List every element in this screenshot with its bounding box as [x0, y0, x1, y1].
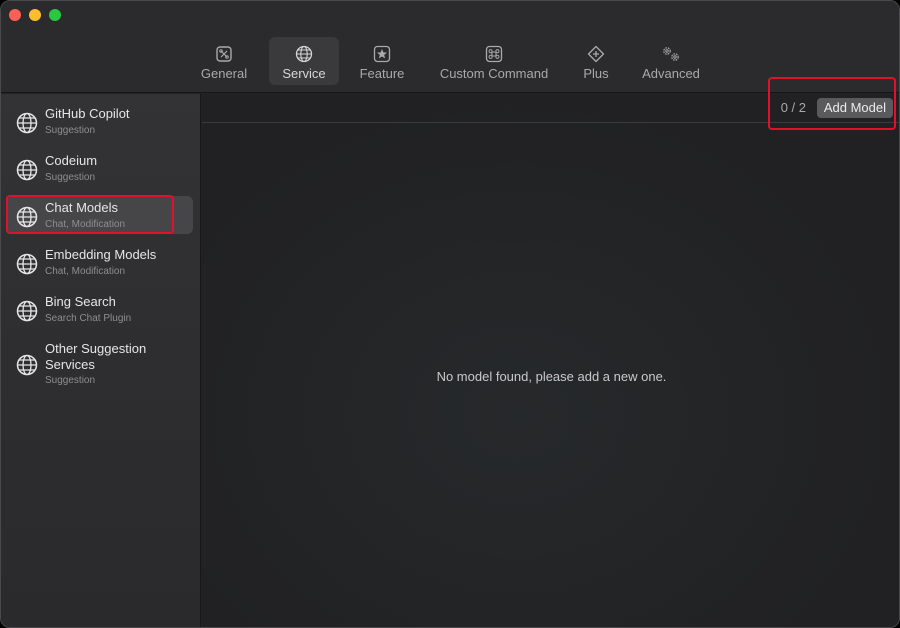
empty-state-message: No model found, please add a new one. — [436, 369, 667, 384]
tab-plus[interactable]: Plus — [575, 37, 617, 85]
sidebar-item-bing-search[interactable]: Bing Search Search Chat Plugin — [7, 290, 193, 328]
sidebar-item-title: Other Suggestion — [45, 341, 147, 356]
sidebar-item-title: Bing Search — [45, 294, 116, 309]
tab-advanced[interactable]: Advanced — [635, 37, 707, 85]
tab-label: Service — [282, 66, 326, 81]
sidebar-item-chat-models[interactable]: Chat Models Chat, Modification — [7, 196, 193, 234]
sidebar-item-subtitle: Suggestion — [45, 125, 96, 136]
sidebar-item-title-line2: Services — [45, 357, 95, 372]
globe-icon — [16, 300, 38, 322]
globe-icon — [16, 112, 38, 134]
sidebar-item-title: Embedding Models — [45, 247, 157, 262]
general-icon — [215, 45, 233, 63]
tab-feature[interactable]: Feature — [351, 37, 413, 85]
plus-diamond-icon — [587, 45, 605, 63]
tab-label: Custom Command — [439, 66, 549, 81]
sidebar-item-subtitle: Suggestion — [45, 172, 96, 183]
tab-label: Feature — [359, 66, 405, 81]
globe-icon — [295, 45, 313, 63]
sidebar-item-github-copilot[interactable]: GitHub Copilot Suggestion — [7, 102, 193, 140]
sidebar-item-other-suggestion-services[interactable]: Other Suggestion Services Suggestion — [7, 337, 193, 391]
globe-icon — [16, 159, 38, 181]
sidebar-item-embedding-models[interactable]: Embedding Models Chat, Modification — [7, 243, 193, 281]
globe-icon — [16, 206, 38, 228]
service-sidebar: GitHub Copilot Suggestion Codeium Sugges… — [1, 94, 201, 627]
chat-models-panel: 0 / 2 Add Model No model found, please a… — [202, 94, 899, 627]
sidebar-item-subtitle: Suggestion — [45, 375, 96, 386]
window-controls — [9, 9, 61, 21]
sidebar-item-subtitle: Search Chat Plugin — [45, 313, 132, 324]
model-count: 0 / 2 — [780, 100, 806, 115]
sidebar-item-subtitle: Chat, Modification — [45, 219, 126, 230]
sidebar-item-title: Chat Models — [45, 200, 118, 215]
add-model-button[interactable]: Add Model — [816, 98, 893, 118]
sidebar-item-subtitle: Chat, Modification — [45, 266, 126, 277]
star-icon — [373, 45, 391, 63]
command-icon — [485, 45, 503, 63]
title-bar: General Service Feature Custom Command P… — [1, 1, 899, 93]
settings-toolbar: General Service Feature Custom Command P… — [1, 37, 899, 85]
tab-service[interactable]: Service — [269, 37, 339, 85]
gears-icon — [660, 45, 682, 63]
panel-header: 0 / 2 Add Model — [202, 94, 899, 123]
minimize-button[interactable] — [29, 9, 41, 21]
globe-icon — [16, 354, 38, 376]
sidebar-item-title: GitHub Copilot — [45, 106, 130, 121]
settings-window: General Service Feature Custom Command P… — [0, 0, 900, 628]
globe-icon — [16, 253, 38, 275]
tab-label: General — [200, 66, 248, 81]
tab-label: Advanced — [642, 66, 700, 81]
tab-custom-command[interactable]: Custom Command — [431, 37, 557, 85]
sidebar-item-title: Codeium — [45, 153, 98, 168]
tab-label: Plus — [583, 66, 609, 81]
zoom-button[interactable] — [49, 9, 61, 21]
close-button[interactable] — [9, 9, 21, 21]
tab-general[interactable]: General — [191, 37, 257, 85]
sidebar-item-codeium[interactable]: Codeium Suggestion — [7, 149, 193, 187]
